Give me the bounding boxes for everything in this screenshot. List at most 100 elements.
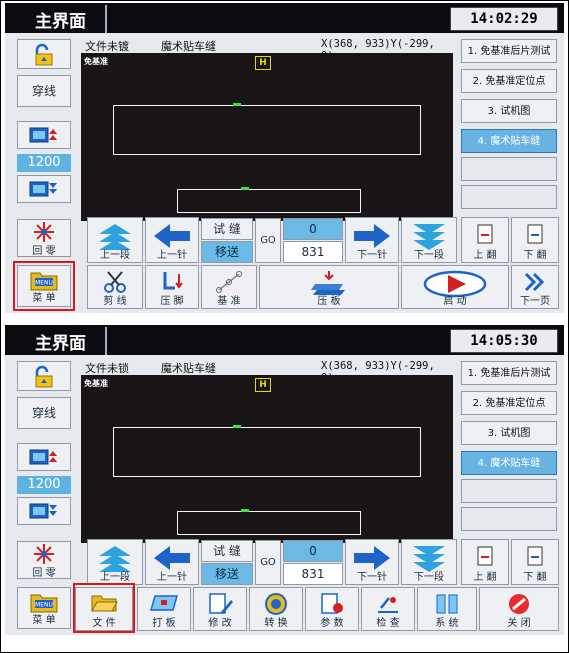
pattern-item-1[interactable]: 1. 免基准后片测试 (461, 39, 557, 63)
reference-points-icon (216, 271, 242, 293)
home-button[interactable]: 回 零 (17, 541, 71, 579)
lock-button[interactable] (17, 361, 71, 391)
pattern-item-1[interactable]: 1. 免基准后片测试 (461, 361, 557, 385)
prev-stitch-button[interactable]: 上一针 (145, 539, 199, 585)
canvas-label: 免基准 (84, 57, 108, 66)
lock-button[interactable] (17, 39, 71, 69)
speed-down-button[interactable] (17, 175, 71, 203)
page-up-label: 上 翻 (473, 250, 497, 261)
current-stitch-field[interactable]: 0 (283, 218, 343, 240)
pattern-item-empty[interactable] (461, 185, 557, 209)
screen-title: 主界面 (35, 12, 86, 32)
parameters-button[interactable]: 参 数 (305, 587, 359, 631)
clock-display: 14:05:30 (450, 329, 558, 353)
home-button[interactable]: 回 零 (17, 219, 71, 257)
prev-stitch-label: 上一针 (157, 250, 187, 261)
pattern-item-empty[interactable] (461, 507, 557, 531)
next-segment-button[interactable]: 下一段 (401, 539, 457, 585)
home-burst-icon (34, 544, 54, 564)
speed-down-icon (29, 181, 57, 197)
modify-button[interactable]: 修 改 (193, 587, 247, 631)
prev-segment-label: 上一段 (100, 572, 130, 583)
pattern-item-empty[interactable] (461, 479, 557, 503)
double-chevron-right-icon (524, 272, 545, 292)
current-stitch-field[interactable]: 0 (283, 540, 343, 562)
page-down-button[interactable]: 下 翻 (511, 539, 559, 585)
thread-button[interactable]: 穿线 (17, 397, 71, 429)
start-point-marker (241, 187, 249, 190)
plate-making-icon (150, 595, 178, 611)
speed-value: 1200 (17, 154, 71, 172)
pattern-item-2[interactable]: 2. 免基准定位点 (461, 391, 557, 415)
modify-label: 修 改 (208, 618, 232, 629)
inspect-button[interactable]: 检 查 (361, 587, 415, 631)
next-segment-label: 下一段 (414, 250, 444, 261)
pattern-item-4[interactable]: 4. 魔术贴车缝 (461, 129, 557, 153)
trim-thread-button[interactable]: 剪 线 (87, 265, 143, 309)
pattern-item-empty[interactable] (461, 157, 557, 181)
go-button[interactable]: GO (255, 540, 281, 585)
title-divider (105, 327, 107, 355)
speed-up-icon (29, 127, 57, 143)
next-page-label: 下一页 (520, 296, 550, 307)
prev-segment-button[interactable]: 上一段 (87, 539, 143, 585)
start-button[interactable]: 启 动 (401, 265, 509, 309)
edit-document-icon (209, 593, 233, 614)
pattern-item-4[interactable]: 4. 魔术贴车缝 (461, 451, 557, 475)
stitch-path-inner (177, 511, 361, 535)
next-stitch-button[interactable]: 下一针 (345, 539, 399, 585)
trial-sew-field[interactable]: 试 缝 (201, 540, 253, 562)
next-stitch-button[interactable]: 下一针 (345, 217, 399, 263)
go-button[interactable]: GO (255, 218, 281, 263)
start-point-marker (241, 509, 249, 512)
pattern-item-3[interactable]: 3. 试机图 (461, 99, 557, 123)
stitch-path-outer (113, 105, 421, 155)
thread-button[interactable]: 穿线 (17, 75, 71, 107)
title-bar: 主界面 14:05:30 (5, 325, 564, 355)
page-up-button[interactable]: 上 翻 (461, 539, 509, 585)
close-button[interactable]: 关 闭 (479, 587, 559, 631)
next-segment-button[interactable]: 下一段 (401, 217, 457, 263)
close-circle-icon (509, 594, 529, 614)
page-down-icon (527, 546, 543, 566)
parameters-label: 参 数 (320, 618, 344, 629)
speed-up-button[interactable] (17, 121, 71, 149)
pattern-item-3[interactable]: 3. 试机图 (461, 421, 557, 445)
menu-button[interactable]: MENU 菜 单 (17, 587, 71, 629)
pattern-name: 魔术贴车缝 (161, 362, 216, 375)
inspect-label: 检 查 (376, 618, 400, 629)
page-up-button[interactable]: 上 翻 (461, 217, 509, 263)
speed-down-button[interactable] (17, 497, 71, 525)
stitch-path-outer (113, 427, 421, 477)
presser-foot-icon (163, 272, 183, 290)
prev-segment-label: 上一段 (100, 250, 130, 261)
speed-up-button[interactable] (17, 443, 71, 471)
home-label: 回 零 (32, 568, 56, 579)
convert-button[interactable]: 转 换 (249, 587, 303, 631)
screenshot-frame: 主界面 14:02:29 文件未镀 魔术贴车缝 X(368, 933)Y(-29… (0, 0, 569, 653)
next-page-button[interactable]: 下一页 (511, 265, 559, 309)
presser-foot-label: 压 脚 (160, 296, 184, 307)
speed-up-icon (29, 449, 57, 465)
trial-sew-field[interactable]: 试 缝 (201, 218, 253, 240)
presser-foot-button[interactable]: 压 脚 (145, 265, 199, 309)
move-feed-field[interactable]: 移送 (201, 241, 253, 263)
page-down-label: 下 翻 (523, 572, 547, 583)
page-down-icon (527, 224, 543, 244)
info-bar: 文件未锁 魔术贴车缝 X(368, 933)Y(-299, 0) (85, 357, 453, 384)
pattern-canvas[interactable]: 免基准 H (81, 53, 453, 221)
move-feed-field[interactable]: 移送 (201, 563, 253, 585)
info-bar: 文件未镀 魔术贴车缝 X(368, 933)Y(-299, 0) (85, 35, 453, 62)
clamp-plate-button[interactable]: 压 板 (259, 265, 399, 309)
pattern-canvas[interactable]: 免基准 H (81, 375, 453, 543)
pattern-item-2[interactable]: 2. 免基准定位点 (461, 69, 557, 93)
system-button[interactable]: 系 统 (417, 587, 477, 631)
reference-button[interactable]: 基 准 (201, 265, 257, 309)
prev-stitch-button[interactable]: 上一针 (145, 217, 199, 263)
prev-segment-button[interactable]: 上一段 (87, 217, 143, 263)
page-down-button[interactable]: 下 翻 (511, 217, 559, 263)
screen-title: 主界面 (35, 334, 86, 354)
close-label: 关 闭 (507, 618, 531, 629)
plate-making-button[interactable]: 打 板 (137, 587, 191, 631)
file-status: 文件未锁 (85, 362, 129, 375)
